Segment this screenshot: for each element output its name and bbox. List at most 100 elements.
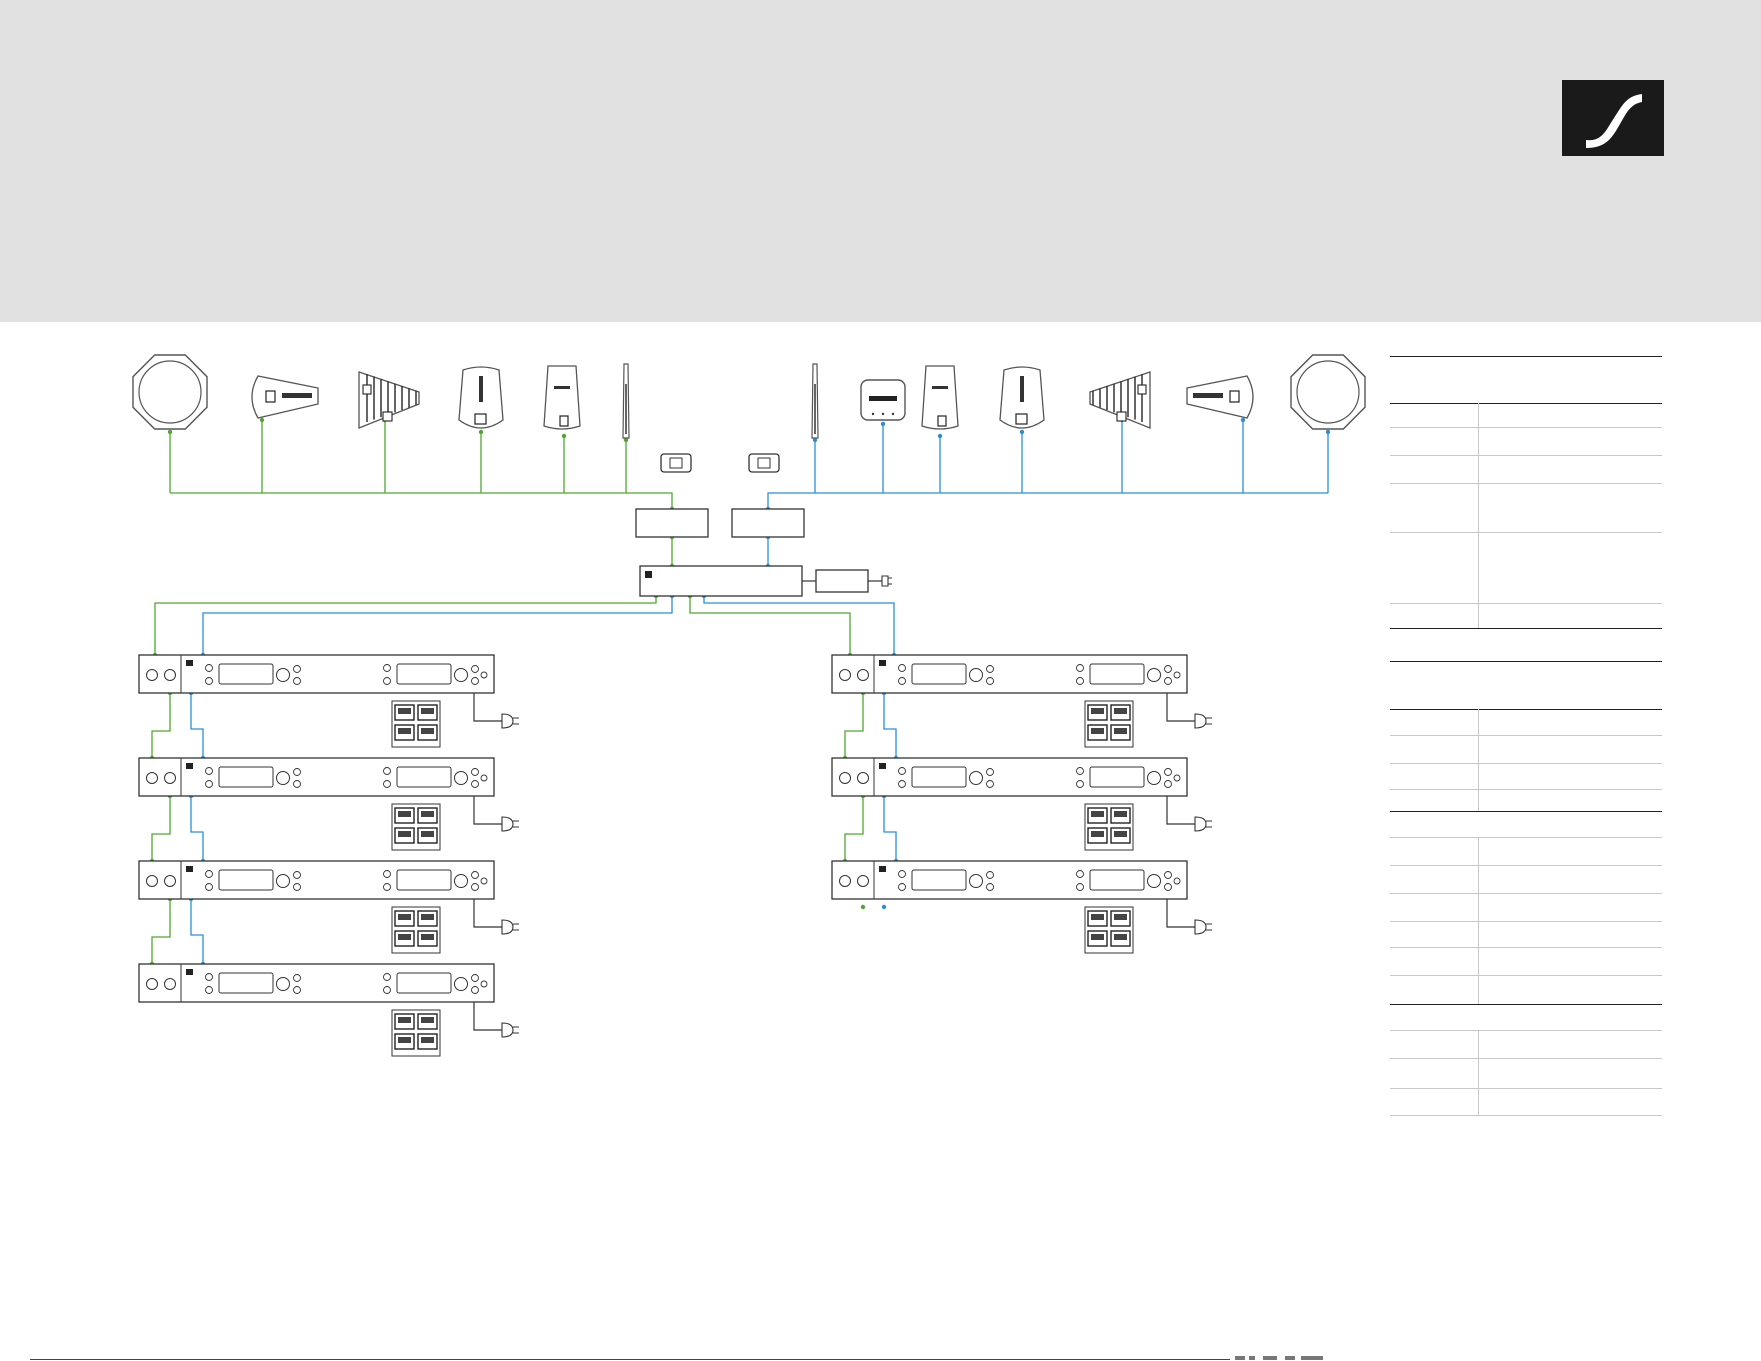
receiver-unit (138, 654, 519, 748)
knob-icon (164, 875, 176, 887)
cable-line (151, 796, 171, 861)
display-screen (396, 766, 452, 788)
table-rule (1390, 735, 1662, 736)
power-cord (1166, 796, 1195, 825)
splitter-box (635, 508, 709, 538)
power-button-icon (480, 877, 488, 885)
button-icon (471, 883, 479, 891)
button-icon (1076, 883, 1084, 891)
button-icon (1076, 767, 1084, 775)
knob-icon (857, 669, 869, 681)
cable-line (703, 596, 895, 655)
footer-rule (30, 1359, 1230, 1360)
table-rule (1390, 532, 1662, 533)
button-icon (898, 870, 906, 878)
table-rule (1390, 628, 1662, 629)
knob-icon (164, 978, 176, 990)
jog-dial-icon (969, 668, 983, 682)
plug-icon (501, 919, 519, 935)
cable-node (1325, 429, 1331, 435)
cable-line (844, 693, 864, 758)
jog-dial-icon (1147, 668, 1161, 682)
button-icon (293, 974, 301, 982)
table-rule (1390, 1058, 1662, 1059)
table-rule (1390, 921, 1662, 922)
receiver-unit (831, 860, 1212, 954)
table-column-divider (1478, 403, 1479, 628)
button-icon (205, 973, 213, 981)
directional-antenna (1186, 375, 1254, 419)
power-cord (473, 796, 502, 825)
jog-dial-icon (454, 771, 468, 785)
button-icon (1164, 871, 1172, 879)
power-button-icon (480, 980, 488, 988)
power-button-icon (1173, 774, 1181, 782)
sennheiser-logo-icon (1562, 80, 1664, 156)
cable-line (151, 693, 171, 758)
table-rule (1390, 947, 1662, 948)
plug-icon (501, 1022, 519, 1038)
cable-line (190, 899, 204, 964)
cable-node (1019, 429, 1025, 435)
power-supply (815, 569, 869, 593)
antenna-row (132, 354, 1366, 473)
receiver-stacks (138, 654, 1212, 1057)
antenna-distributor (639, 565, 803, 597)
jog-dial-icon (276, 668, 290, 682)
table-rule (1390, 763, 1662, 764)
button-icon (383, 767, 391, 775)
button-icon (471, 871, 479, 879)
knob-icon (164, 772, 176, 784)
button-icon (1076, 677, 1084, 685)
power-cord (1166, 693, 1195, 722)
button-icon (986, 871, 994, 879)
table-rule (1390, 483, 1662, 484)
button-icon (471, 677, 479, 685)
display-screen (396, 663, 452, 685)
cable-line (190, 796, 204, 861)
knob-icon (146, 875, 158, 887)
knob-icon (857, 772, 869, 784)
button-icon (383, 664, 391, 672)
button-icon (205, 780, 213, 788)
cable-adapter (748, 453, 780, 473)
button-icon (383, 677, 391, 685)
button-icon (1164, 768, 1172, 776)
button-icon (1076, 664, 1084, 672)
power-cord (473, 693, 502, 722)
cable-line (883, 693, 897, 758)
button-icon (898, 767, 906, 775)
dome-antenna (1290, 354, 1366, 430)
active-antenna (458, 366, 504, 429)
display-screen (218, 869, 274, 891)
button-icon (1076, 870, 1084, 878)
receiver-logo-icon (186, 763, 193, 769)
receiver-logo-icon (186, 866, 193, 872)
jog-dial-icon (969, 874, 983, 888)
jog-dial-icon (276, 771, 290, 785)
cable-node (259, 417, 265, 423)
plug-icon (1194, 919, 1212, 935)
knob-icon (164, 669, 176, 681)
cable-adapter (660, 453, 692, 473)
button-icon (898, 677, 906, 685)
button-icon (383, 780, 391, 788)
cable-node (478, 429, 484, 435)
cable-node (860, 904, 866, 910)
button-icon (1164, 883, 1172, 891)
button-icon (293, 883, 301, 891)
table-rule (1390, 1115, 1662, 1116)
button-icon (986, 768, 994, 776)
table-column-divider (1478, 837, 1479, 1004)
table-rule (1390, 837, 1662, 838)
cable-line (883, 796, 897, 861)
button-icon (383, 973, 391, 981)
receiver-logo-icon (879, 660, 886, 666)
jog-dial-icon (1147, 771, 1161, 785)
footer-mark (1235, 1356, 1323, 1360)
display-screen (1089, 869, 1145, 891)
button-icon (986, 883, 994, 891)
receiver-logo-icon (186, 660, 193, 666)
jog-dial-icon (454, 977, 468, 991)
table-rule (1390, 356, 1662, 357)
